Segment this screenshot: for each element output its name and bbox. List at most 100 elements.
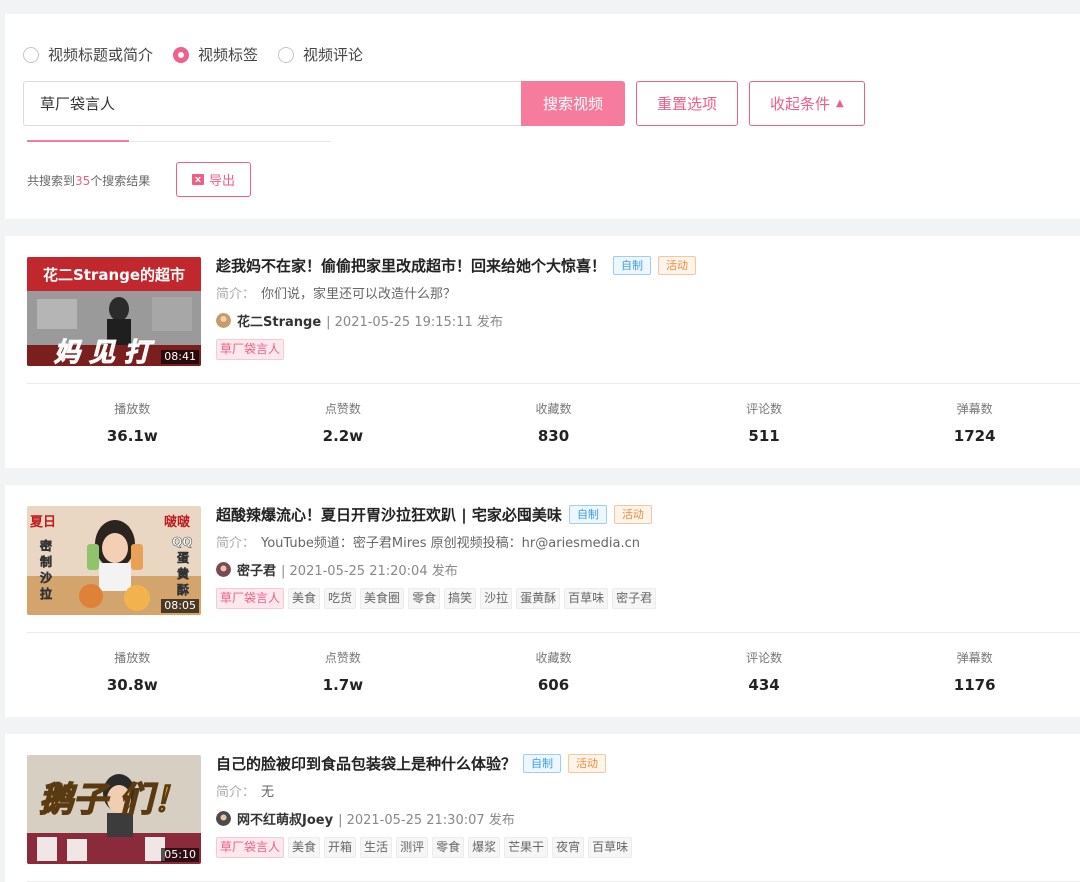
tag-list: 草厂袋言人 美食 开箱 生活 测评 零食 爆浆 芒果干 夜宵 百草味 <box>216 837 1070 858</box>
export-label: 导出 <box>208 174 235 189</box>
stat-favorites: 收藏数 830 <box>448 400 659 445</box>
stat-label: 收藏数 <box>535 651 572 665</box>
author-name[interactable]: 花二Strange <box>237 311 321 330</box>
stat-label: 评论数 <box>746 651 783 665</box>
stat-label: 弹幕数 <box>956 402 993 416</box>
author-line: 网不红萌叔Joey | 2021-05-25 21:30:07 发布 <box>216 809 1070 828</box>
video-title[interactable]: 趁我妈不在家！偷偷把家里改成超市！回来给她个大惊喜！ <box>216 255 606 276</box>
tag-list: 草厂袋言人 <box>216 339 1070 360</box>
tag[interactable]: 夜宵 <box>552 837 585 858</box>
video-duration: 05:10 <box>161 848 199 862</box>
stat-label: 弹幕数 <box>956 651 993 665</box>
tag[interactable]: 草厂袋言人 <box>216 837 285 858</box>
svg-text:夏日: 夏日 <box>29 515 56 530</box>
video-card: 夏日 密制沙拉 啵啵 QQ 蛋黄酥 08:05 超酸辣爆流心！夏日开胃沙拉狂欢趴 … <box>5 485 1080 717</box>
collapse-button[interactable]: 收起条件 ▲ <box>749 81 865 126</box>
result-prefix: 共搜索到 <box>27 174 76 188</box>
stat-label: 评论数 <box>746 402 783 416</box>
stat-label: 播放数 <box>114 651 151 665</box>
stat-danmaku: 弹幕数 1724 <box>869 400 1080 445</box>
badge-activity: 活动 <box>613 504 652 524</box>
video-thumbnail[interactable]: 鹅子 们！ 05:10 <box>27 755 201 864</box>
stat-favorites: 收藏数 606 <box>448 649 659 694</box>
svg-text:啵啵: 啵啵 <box>164 514 191 530</box>
badge-self-made: 自制 <box>523 753 562 773</box>
radio-dot[interactable] <box>278 46 295 63</box>
radio-tags[interactable]: 视频标签 <box>173 44 258 65</box>
tag[interactable]: 吃货 <box>324 588 357 609</box>
stat-danmaku: 弹幕数 1176 <box>869 649 1080 694</box>
stat-comments: 评论数 511 <box>659 400 870 445</box>
tag[interactable]: 搞笑 <box>444 588 477 609</box>
radio-title-or-desc[interactable]: 视频标题或简介 <box>23 44 153 65</box>
video-info: 趁我妈不在家！偷偷把家里改成超市！回来给她个大惊喜！ 自制 活动 简介： 你们说，… <box>216 254 1070 360</box>
tag[interactable]: 零食 <box>408 588 441 609</box>
tag[interactable]: 美食 <box>288 837 321 858</box>
export-button[interactable]: 导出 <box>176 162 251 197</box>
stat-plays: 播放数 30.8w <box>27 649 238 694</box>
publish-time: | 2021-05-25 21:30:07 发布 <box>338 812 515 828</box>
author-line: 密子君 | 2021-05-25 21:20:04 发布 <box>216 560 1070 579</box>
search-button[interactable]: 搜索视频 <box>521 81 625 126</box>
radio-label: 视频评论 <box>303 46 364 64</box>
excel-icon <box>191 174 204 185</box>
search-bar: 搜索视频 重置选项 收起条件 ▲ <box>23 81 865 126</box>
thumb-main-text: 鹅子 们！ <box>39 780 187 820</box>
tag[interactable]: 沙拉 <box>480 588 513 609</box>
result-number: 35 <box>75 174 91 188</box>
tag[interactable]: 百草味 <box>564 588 609 609</box>
badge-activity: 活动 <box>568 753 607 773</box>
author-name[interactable]: 密子君 <box>237 560 276 579</box>
tag[interactable]: 草厂袋言人 <box>216 588 285 609</box>
stat-label: 点赞数 <box>324 402 361 416</box>
tag[interactable]: 芒果干 <box>504 837 549 858</box>
desc-label: 简介： <box>216 287 256 302</box>
stats-row: 播放数 30.8w 点赞数 1.7w 收藏数 606 评论数 434 弹幕数 1176 <box>27 649 1080 694</box>
publish-time: | 2021-05-25 21:20:04 发布 <box>281 563 458 579</box>
reset-button[interactable]: 重置选项 <box>636 81 739 126</box>
stat-value: 830 <box>537 427 570 445</box>
tag[interactable]: 爆浆 <box>468 837 501 858</box>
tag[interactable]: 测评 <box>396 837 429 858</box>
tag[interactable]: 草厂袋言人 <box>216 339 285 360</box>
stat-value: 1724 <box>953 427 996 445</box>
radio-dot[interactable] <box>23 46 39 63</box>
video-title[interactable]: 超酸辣爆流心！夏日开胃沙拉狂欢趴 | 宅家必囤美味 <box>216 504 562 525</box>
stat-value: 30.8w <box>106 676 158 694</box>
caret-up-icon: ▲ <box>836 98 844 109</box>
stat-label: 播放数 <box>114 402 151 416</box>
publish-time: | 2021-05-25 19:15:11 发布 <box>326 314 503 330</box>
video-description: 简介： YouTube频道：密子君Mires 原创视频投稿：hr@ariesmed… <box>216 532 1070 551</box>
avatar[interactable] <box>216 561 231 577</box>
tag[interactable]: 百草味 <box>588 837 633 858</box>
tag[interactable]: 生活 <box>360 837 393 858</box>
stat-value: 511 <box>748 427 780 445</box>
author-name[interactable]: 网不红萌叔Joey <box>237 809 333 828</box>
tag[interactable]: 零食 <box>432 837 465 858</box>
radio-dot[interactable] <box>173 46 190 63</box>
search-input[interactable] <box>23 81 521 126</box>
stat-label: 收藏数 <box>535 402 572 416</box>
reset-label: 重置选项 <box>657 95 718 113</box>
divider <box>27 383 1080 384</box>
avatar[interactable] <box>216 312 231 328</box>
stat-label: 点赞数 <box>324 651 361 665</box>
tag[interactable]: 美食圈 <box>360 588 405 609</box>
tag[interactable]: 蛋黄酥 <box>516 588 561 609</box>
stat-comments: 评论数 434 <box>659 649 870 694</box>
video-thumbnail[interactable]: 花二Strange的超市 妈 见 打 08:41 <box>27 257 201 366</box>
tag[interactable]: 美食 <box>288 588 321 609</box>
tag[interactable]: 开箱 <box>324 837 357 858</box>
avatar[interactable] <box>216 810 231 826</box>
thumb-top-text: 花二Strange的超市 <box>43 266 185 284</box>
badge-self-made: 自制 <box>568 504 607 524</box>
video-title[interactable]: 自己的脸被印到食品包装袋上是种什么体验？ <box>216 753 516 774</box>
tab-underline <box>27 140 331 142</box>
video-description: 简介： 你们说，家里还可以改造什么那？ <box>216 283 1070 302</box>
stat-plays: 播放数 36.1w <box>27 400 238 445</box>
stat-value: 606 <box>537 676 570 694</box>
radio-comments[interactable]: 视频评论 <box>278 44 363 65</box>
video-thumbnail[interactable]: 夏日 密制沙拉 啵啵 QQ 蛋黄酥 08:05 <box>27 506 201 615</box>
tag[interactable]: 密子君 <box>612 588 657 609</box>
video-card: 花二Strange的超市 妈 见 打 08:41 趁我妈不在家！偷偷把家里改成超… <box>5 236 1080 468</box>
